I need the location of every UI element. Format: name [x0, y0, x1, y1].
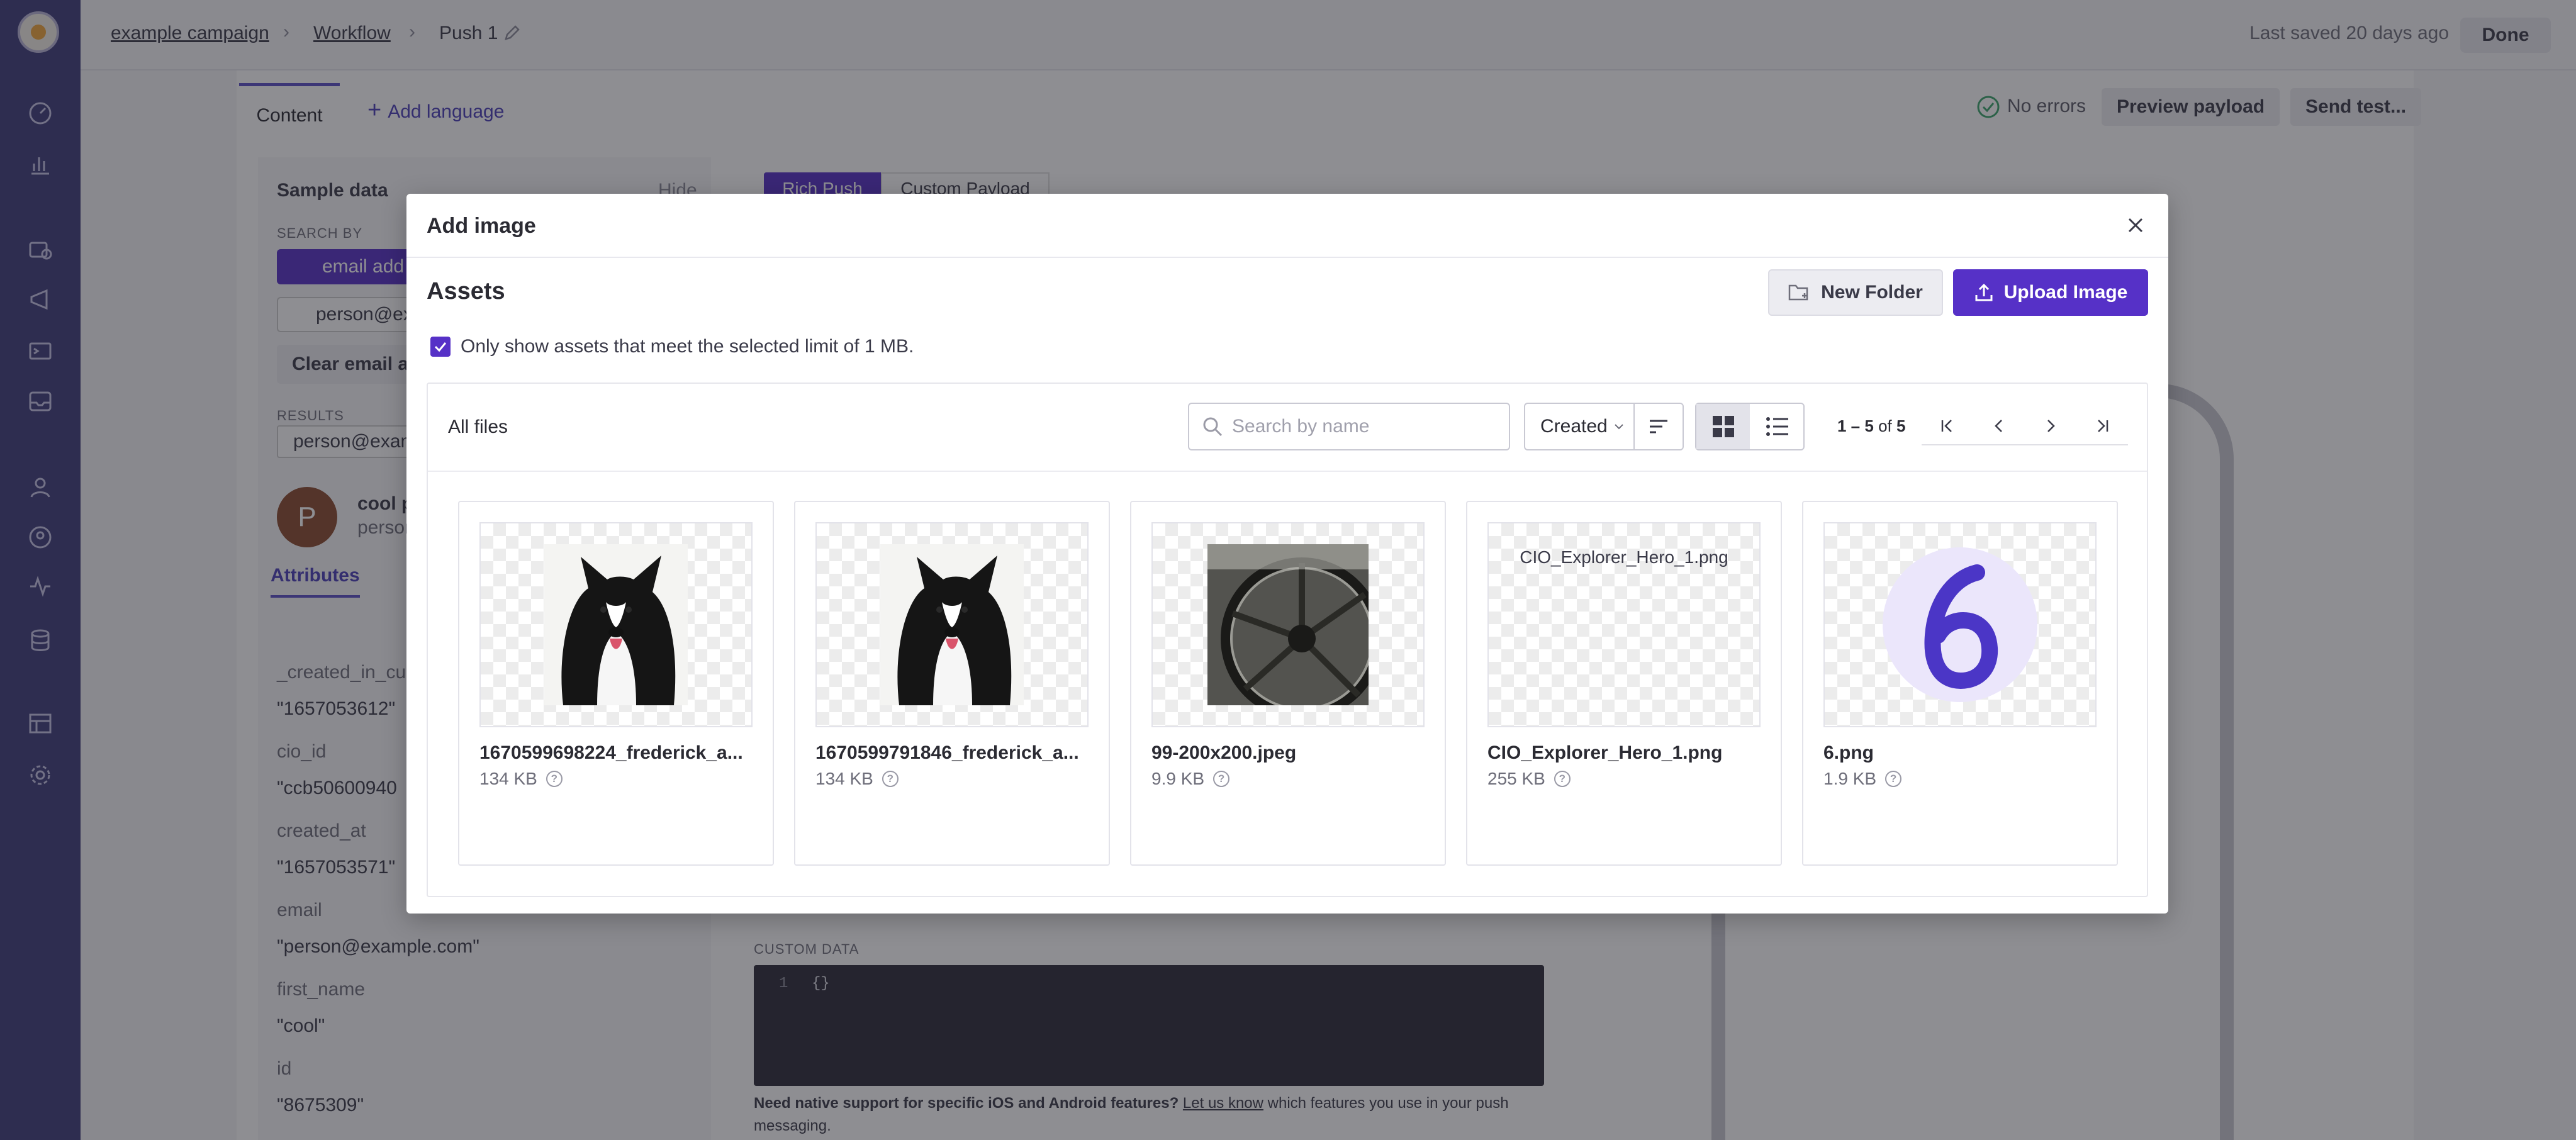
- pagination-total: 5: [1896, 416, 1906, 435]
- size-limit-filter: Only show assets that meet the selected …: [430, 336, 914, 357]
- list-view-button[interactable]: [1750, 404, 1803, 449]
- sort-lines-icon: [1650, 420, 1667, 433]
- help-icon[interactable]: ?: [1554, 771, 1571, 787]
- broken-image-alt-text: CIO_Explorer_Hero_1.png: [1520, 547, 1728, 567]
- modal-title: Add image: [427, 214, 536, 238]
- last-page-icon: [2098, 420, 2108, 432]
- asset-thumbnail: [479, 522, 753, 727]
- asset-size: 1.9 KB?: [1823, 769, 1902, 789]
- asset-toolbar: All files Created 1 – 5: [428, 384, 2147, 472]
- view-mode-toggle: [1695, 403, 1805, 450]
- asset-card[interactable]: 6.png 1.9 KB?: [1802, 501, 2118, 866]
- asset-card[interactable]: 1670599791846_frederick_a... 134 KB?: [794, 501, 1110, 866]
- number-six-image: [1883, 547, 2037, 702]
- asset-name: 6.png: [1823, 742, 1874, 763]
- new-folder-button[interactable]: New Folder: [1768, 269, 1943, 316]
- search-input[interactable]: [1232, 416, 1496, 437]
- asset-name: 99-200x200.jpeg: [1151, 742, 1297, 763]
- close-icon[interactable]: [2123, 213, 2148, 238]
- pagination-of: of: [1878, 416, 1892, 435]
- help-icon[interactable]: ?: [1885, 771, 1902, 787]
- modal-header: Add image: [406, 194, 2168, 258]
- asset-card[interactable]: 99-200x200.jpeg 9.9 KB?: [1130, 501, 1446, 866]
- asset-thumbnail: [1151, 522, 1425, 727]
- pagination-controls: [1922, 408, 2128, 445]
- next-page-button[interactable]: [2025, 408, 2076, 445]
- assets-heading: Assets: [427, 278, 505, 305]
- asset-thumbnail: [1823, 522, 2097, 727]
- wheel-photo-image: [1207, 544, 1369, 705]
- asset-card[interactable]: CIO_Explorer_Hero_1.png CIO_Explorer_Her…: [1466, 501, 1782, 866]
- help-icon[interactable]: ?: [1213, 771, 1230, 787]
- first-page-icon: [1941, 420, 1952, 432]
- chevron-left-icon: [1995, 420, 2002, 432]
- first-page-button[interactable]: [1922, 408, 1973, 445]
- asset-search: [1188, 403, 1510, 450]
- asset-size: 9.9 KB?: [1151, 769, 1230, 789]
- asset-size: 134 KB?: [815, 769, 899, 789]
- last-page-button[interactable]: [2076, 408, 2128, 445]
- all-files-breadcrumb[interactable]: All files: [448, 416, 508, 438]
- upload-image-label: Upload Image: [2003, 282, 2128, 303]
- chevron-right-icon: [2047, 420, 2055, 432]
- pagination-range: 1 – 5: [1837, 416, 1874, 435]
- previous-page-button[interactable]: [1973, 408, 2025, 445]
- grid-view-button[interactable]: [1696, 404, 1750, 449]
- checkmark-icon: [434, 342, 447, 352]
- asset-size-value: 9.9 KB: [1151, 769, 1205, 788]
- asset-browser: All files Created 1 – 5: [427, 383, 2148, 897]
- add-image-modal: Add image Assets New Folder Upload Image…: [406, 194, 2168, 914]
- asset-size: 134 KB?: [479, 769, 563, 789]
- dog-photo-image: [544, 544, 688, 705]
- asset-name: 1670599791846_frederick_a...: [815, 742, 1079, 763]
- asset-grid: 1670599698224_frederick_a... 134 KB? 167…: [458, 501, 2118, 866]
- help-icon[interactable]: ?: [546, 771, 563, 787]
- pagination-count: 1 – 5 of 5: [1837, 416, 1905, 436]
- asset-name: 1670599698224_frederick_a...: [479, 742, 743, 763]
- upload-icon: [1975, 283, 1993, 301]
- sort-direction-button[interactable]: [1633, 403, 1684, 450]
- dog-photo-image: [880, 544, 1024, 705]
- sort-select-value: Created: [1540, 416, 1608, 437]
- new-folder-label: New Folder: [1821, 282, 1923, 303]
- sort-select[interactable]: Created: [1524, 403, 1635, 450]
- list-icon: [1766, 417, 1788, 436]
- asset-size-value: 1.9 KB: [1823, 769, 1877, 788]
- asset-thumbnail: [815, 522, 1089, 727]
- asset-card[interactable]: 1670599698224_frederick_a... 134 KB?: [458, 501, 774, 866]
- chevron-down-icon: [1615, 424, 1623, 430]
- asset-size-value: 134 KB: [479, 769, 537, 788]
- help-icon[interactable]: ?: [882, 771, 899, 787]
- size-limit-checkbox[interactable]: [430, 337, 451, 357]
- folder-plus-icon: [1788, 284, 1808, 301]
- upload-image-button[interactable]: Upload Image: [1953, 269, 2148, 316]
- asset-name: CIO_Explorer_Hero_1.png: [1487, 742, 1723, 763]
- size-limit-label: Only show assets that meet the selected …: [461, 336, 914, 357]
- search-icon: [1203, 417, 1223, 437]
- asset-thumbnail: CIO_Explorer_Hero_1.png: [1487, 522, 1761, 727]
- asset-size: 255 KB?: [1487, 769, 1571, 789]
- asset-size-value: 255 KB: [1487, 769, 1545, 788]
- grid-icon: [1712, 416, 1734, 437]
- asset-size-value: 134 KB: [815, 769, 873, 788]
